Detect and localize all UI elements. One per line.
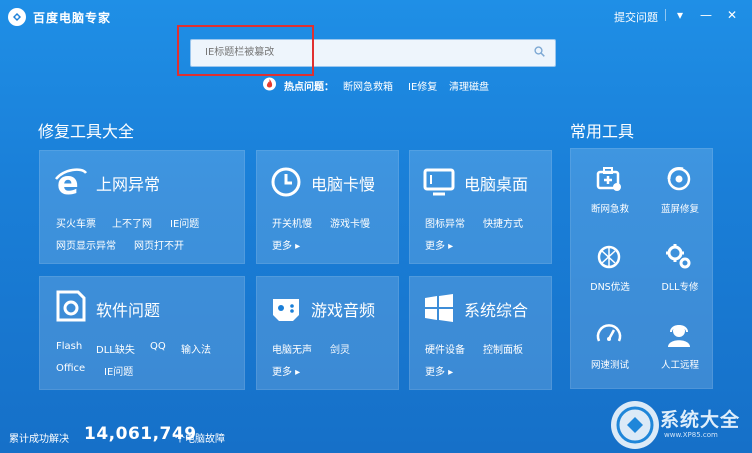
resolved-count-suffix: 个电脑故障	[175, 434, 225, 445]
link-no-sound[interactable]: 电脑无声	[272, 341, 312, 356]
link-page-not-open[interactable]: 网页打不开	[134, 237, 184, 252]
minimize-button[interactable]: —	[696, 6, 716, 24]
link-buy-train-ticket[interactable]: 买火车票	[56, 215, 96, 230]
repair-tools-title: 修复工具大全	[38, 122, 135, 141]
card-internet-issue[interactable]: e 上网异常 买火车票 上不了网 IE问题 网页显示异常 网页打不开	[39, 150, 245, 264]
clock-icon	[271, 167, 301, 197]
card-pc-slow[interactable]: 电脑卡慢 开关机慢 游戏卡慢 更多 ▸	[256, 150, 399, 264]
card-game-audio[interactable]: 游戏音频 电脑无声 剑灵 更多 ▸	[256, 276, 399, 390]
link-game-lag[interactable]: 游戏卡慢	[330, 215, 370, 230]
link-slow-boot[interactable]: 开关机慢	[272, 215, 312, 230]
ie-icon: e	[55, 165, 88, 199]
more-link[interactable]: 更多 ▸	[425, 363, 453, 378]
card-title: 系统综合	[464, 301, 529, 320]
link-page-display-error[interactable]: 网页显示异常	[56, 237, 116, 252]
watermark-text: 系统大全	[660, 409, 741, 431]
app-logo-icon	[8, 8, 26, 26]
monitor-icon	[423, 168, 455, 196]
common-tools-panel: 断网急救 蓝屏修复 DNS优选 DLL专修 网速测试 人工远程	[570, 148, 713, 389]
card-title: 软件问题	[96, 301, 161, 320]
card-title: 电脑桌面	[464, 175, 529, 194]
tool-label-remote-support[interactable]: 人工远程	[645, 357, 715, 371]
watermark-url: www.XP85.com	[664, 431, 718, 439]
link-shortcut[interactable]: 快捷方式	[483, 215, 523, 230]
link-jianling[interactable]: 剑灵	[330, 341, 350, 356]
menu-dropdown-button[interactable]: ▾	[670, 6, 690, 24]
tool-label-network-rescue[interactable]: 断网急救	[575, 201, 645, 215]
card-desktop[interactable]: 电脑桌面 图标异常 快捷方式 更多 ▸	[409, 150, 552, 264]
link-icon-abnormal[interactable]: 图标异常	[425, 215, 465, 230]
card-title: 上网异常	[96, 175, 161, 194]
link-input-method[interactable]: 输入法	[181, 341, 211, 356]
hot-link-clean-disk[interactable]: 清理磁盘	[449, 78, 489, 93]
divider	[665, 9, 666, 21]
card-title: 电脑卡慢	[311, 175, 376, 194]
resolved-count-label: 累计成功解决	[9, 434, 69, 445]
link-qq[interactable]: QQ	[150, 341, 166, 352]
more-link[interactable]: 更多 ▸	[272, 237, 300, 252]
more-link[interactable]: 更多 ▸	[272, 363, 300, 378]
watermark-logo-icon	[611, 401, 659, 449]
card-title: 游戏音频	[311, 301, 376, 320]
common-tools-title: 常用工具	[570, 122, 635, 141]
windows-logo-icon	[425, 294, 453, 322]
card-software-issue[interactable]: 软件问题 Flash DLL缺失 QQ 输入法 Office IE问题	[39, 276, 245, 390]
bluescreen-repair-icon[interactable]	[665, 165, 693, 193]
link-ie-issue[interactable]: IE问题	[170, 215, 199, 230]
link-control-panel[interactable]: 控制面板	[483, 341, 523, 356]
card-system-general[interactable]: 系统综合 硬件设备 控制面板 更多 ▸	[409, 276, 552, 390]
link-dll-missing[interactable]: DLL缺失	[96, 341, 135, 356]
hot-link-network-rescue[interactable]: 断网急救箱	[343, 78, 393, 93]
search-icon[interactable]	[534, 46, 545, 57]
tool-label-dns-optimize[interactable]: DNS优选	[575, 279, 645, 293]
first-aid-kit-icon[interactable]	[595, 165, 623, 193]
app-title: 百度电脑专家	[33, 11, 112, 25]
tool-label-speed-test[interactable]: 网速测试	[575, 357, 645, 371]
feedback-link[interactable]: 提交问题	[614, 9, 658, 25]
link-no-internet[interactable]: 上不了网	[112, 215, 152, 230]
link-flash[interactable]: Flash	[56, 341, 82, 352]
software-disc-icon	[56, 290, 86, 322]
link-office[interactable]: Office	[56, 363, 85, 374]
hot-topics-label: 热点问题：	[284, 82, 334, 93]
flame-icon	[263, 77, 276, 91]
gears-icon[interactable]	[665, 243, 693, 271]
link-ie-issue[interactable]: IE问题	[104, 363, 133, 378]
hot-link-ie-repair[interactable]: IE修复	[408, 78, 437, 93]
more-link[interactable]: 更多 ▸	[425, 237, 453, 252]
support-person-icon[interactable]	[665, 321, 693, 349]
close-button[interactable]: ✕	[722, 6, 742, 24]
dns-globe-icon[interactable]	[595, 243, 623, 271]
tool-label-dll-repair[interactable]: DLL专修	[645, 279, 715, 293]
annotation-highlight-box	[177, 25, 314, 76]
link-hardware[interactable]: 硬件设备	[425, 341, 465, 356]
gamepad-icon	[273, 299, 299, 321]
speedometer-icon[interactable]	[595, 321, 623, 349]
tool-label-bluescreen-repair[interactable]: 蓝屏修复	[645, 201, 715, 215]
